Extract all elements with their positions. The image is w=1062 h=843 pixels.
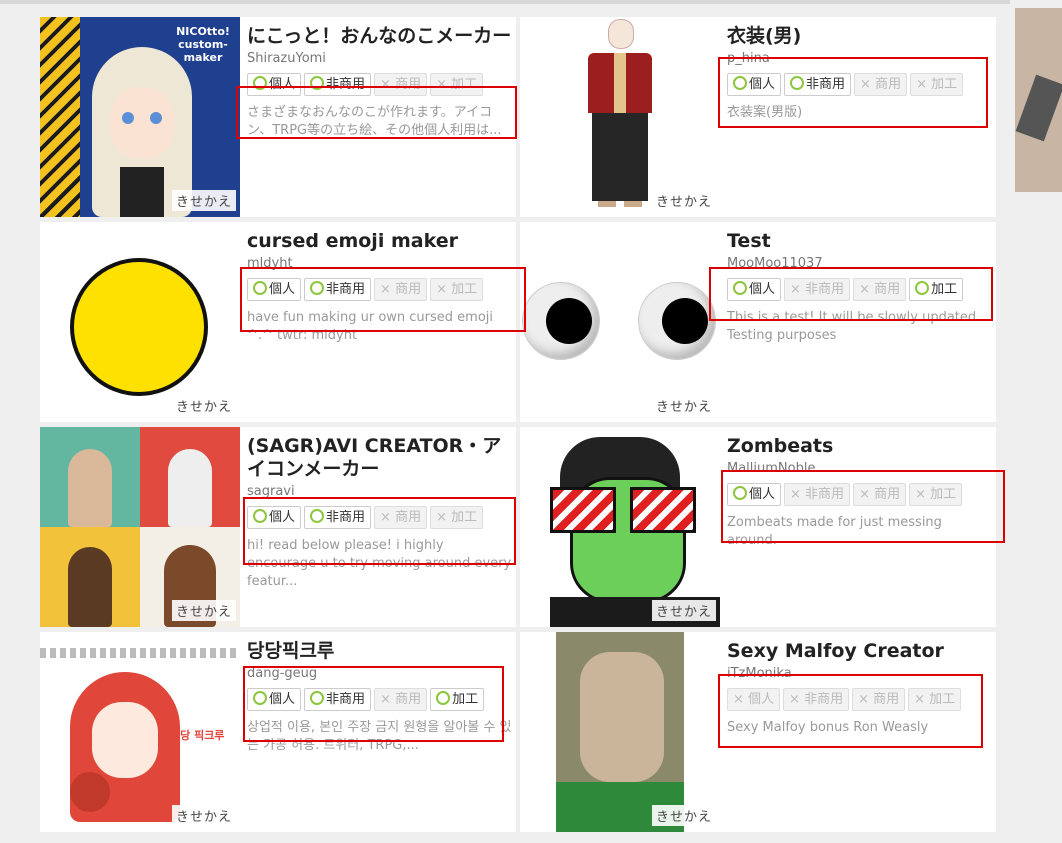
thumbnail-sagravi[interactable]: きせかえ bbox=[40, 427, 240, 627]
kisekae-label[interactable]: きせかえ bbox=[651, 190, 716, 211]
thumbnail-malfoy[interactable]: きせかえ bbox=[520, 632, 720, 832]
highlight-box bbox=[240, 267, 526, 332]
thumbnail-test[interactable]: きせかえ bbox=[520, 222, 720, 422]
card-title[interactable]: Test bbox=[727, 230, 992, 253]
kisekae-label[interactable]: きせかえ bbox=[171, 395, 236, 416]
kisekae-label[interactable]: きせかえ bbox=[651, 600, 716, 621]
thumbnail-nicotto[interactable]: NICOtto! custom-maker きせかえ bbox=[40, 17, 240, 217]
thumbnail-costume[interactable]: きせかえ bbox=[520, 17, 720, 217]
highlight-box bbox=[721, 470, 1005, 543]
card-title[interactable]: Zombeats bbox=[727, 435, 992, 458]
kisekae-label[interactable]: きせかえ bbox=[651, 805, 716, 826]
side-thumbnail-partial[interactable] bbox=[1015, 8, 1062, 192]
thumbnail-cursed-emoji[interactable]: きせかえ bbox=[40, 222, 240, 422]
card-title[interactable]: 당당픽크루 bbox=[247, 640, 512, 663]
card-title[interactable]: cursed emoji maker bbox=[247, 230, 512, 253]
highlight-box bbox=[243, 666, 504, 742]
maker-card-test[interactable]: きせかえ Test MooMoo11037 個人 × 非商用 × 商用 加工 T… bbox=[520, 222, 996, 422]
thumb-badge-text: 당당 픽크루 bbox=[170, 729, 225, 742]
highlight-box bbox=[709, 267, 993, 321]
card-title[interactable]: (SAGR)AVI CREATOR・アイコンメーカー bbox=[247, 435, 512, 481]
highlight-box bbox=[236, 86, 517, 139]
card-author[interactable]: ShirazuYomi bbox=[247, 51, 512, 67]
highlight-box bbox=[243, 497, 516, 565]
thumb-logo-text: NICOtto! custom-maker bbox=[176, 25, 230, 64]
thumbnail-dangdang[interactable]: 당당 픽크루 きせかえ bbox=[40, 632, 240, 832]
kisekae-label[interactable]: きせかえ bbox=[651, 395, 716, 416]
kisekae-label[interactable]: きせかえ bbox=[171, 600, 236, 621]
top-border bbox=[0, 0, 1010, 4]
card-title[interactable]: にこっと！おんなのこメーカー bbox=[247, 25, 512, 48]
card-title[interactable]: Sexy Malfoy Creator bbox=[727, 640, 992, 663]
thumbnail-zombeats[interactable]: きせかえ bbox=[520, 427, 720, 627]
highlight-box bbox=[718, 674, 983, 748]
highlight-box bbox=[718, 57, 988, 128]
kisekae-label[interactable]: きせかえ bbox=[171, 190, 236, 211]
card-title[interactable]: 衣装(男) bbox=[727, 25, 992, 48]
kisekae-label[interactable]: きせかえ bbox=[171, 805, 236, 826]
